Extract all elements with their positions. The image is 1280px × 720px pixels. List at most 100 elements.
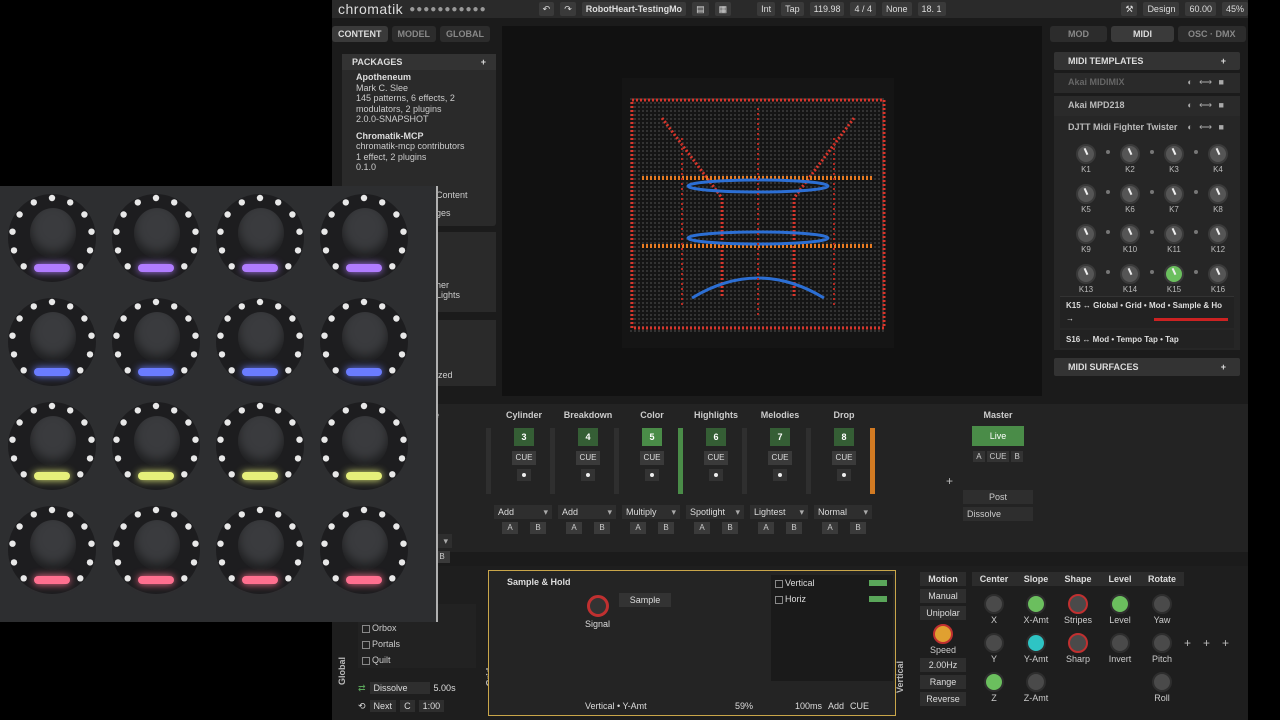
speed-knob[interactable] [933,624,953,644]
level-meter[interactable] [806,428,811,494]
blend-select[interactable]: Normal [814,505,872,519]
clock-mode-select[interactable]: Int [757,2,776,16]
mod-time[interactable]: 100ms [795,701,822,711]
bpm-field[interactable]: 119.98 [809,2,845,16]
param-knob[interactable] [1152,594,1172,614]
level-meter[interactable] [550,428,555,494]
cycle-icon[interactable]: ⟲ [358,701,366,712]
list-item[interactable]: Vertical [771,575,893,591]
twister-knob[interactable]: K1 [1064,140,1110,176]
channel-number-button[interactable]: 6 [706,428,726,446]
cue-button[interactable]: CUE [832,451,856,465]
twister-knob[interactable]: K10 [1108,220,1154,256]
master-b-button[interactable]: B [1011,451,1023,462]
cue-button[interactable]: CUE [768,451,792,465]
list-item[interactable]: Quilt [358,652,476,668]
twister-knob[interactable]: K11 [1152,220,1198,256]
preview-canvas[interactable] [502,26,1042,396]
blend-select[interactable]: Add [494,505,552,519]
tab-osc-dmx[interactable]: OSC · DMX [1178,26,1246,42]
cue-button[interactable]: CUE [640,451,664,465]
cue-button[interactable]: CUE [512,451,536,465]
content-stub[interactable]: Content [432,188,496,202]
record-icon[interactable] [837,469,851,481]
param-knob[interactable] [1026,633,1046,653]
midi-device[interactable]: DJTT Midi Fighter Twister ◐ ⟷ ■ [1060,118,1234,138]
record-icon[interactable] [581,469,595,481]
record-icon[interactable] [773,469,787,481]
param-knob[interactable] [984,672,1004,692]
a-button[interactable]: A [822,522,838,534]
channel-number-button[interactable]: 3 [514,428,534,446]
mapping-row[interactable]: K15 ↔ Global • Grid • Mod • Sample & Ho … [1060,296,1234,328]
b-button[interactable]: B [530,522,546,534]
blend-select[interactable]: Add [558,505,616,519]
mod-blend-select[interactable]: Add [828,701,844,711]
list-item[interactable]: Horiz [771,591,893,607]
add-template-button[interactable]: + [1221,56,1226,66]
device-controls-icon[interactable]: ◐ ⟷ ■ [1187,77,1226,89]
quantize-select[interactable]: None [882,2,912,16]
time-field[interactable]: 1:00 [418,700,445,712]
param-knob[interactable] [984,633,1004,653]
wrench-icon[interactable]: ⚒ [1121,2,1138,16]
cue-button[interactable]: CUE [704,451,728,465]
device-controls-icon[interactable]: ◐ ⟷ ■ [1187,122,1226,134]
twister-knob[interactable]: K7 [1152,180,1198,216]
blend-select[interactable]: Multiply [622,505,680,519]
signal-knob[interactable] [587,595,609,617]
modulation-amount[interactable]: 59% [735,701,753,711]
twister-knob[interactable]: K13 [1064,260,1110,296]
range-button[interactable]: Range [920,675,966,689]
twister-knob[interactable]: K8 [1196,180,1240,216]
save-icon[interactable]: ▤ [692,2,709,16]
tab-mod[interactable]: MOD [1050,26,1107,42]
live-button[interactable]: Live [972,426,1024,446]
midi-device[interactable]: Akai MIDIMIX ◐ ⟷ ■ [1054,73,1240,93]
project-name[interactable]: RobotHeart-TestingMo [581,2,687,16]
blend-select[interactable]: Lightest [750,505,808,519]
param-knob[interactable] [1068,594,1088,614]
param-knob[interactable] [1152,672,1172,692]
tab-global[interactable]: GLOBAL [440,26,490,42]
master-transition-select[interactable]: Dissolve [963,507,1033,521]
twister-knob[interactable]: K3 [1152,140,1198,176]
level-meter[interactable] [678,428,683,494]
add-param-buttons[interactable]: +++ [1184,636,1241,650]
c-button[interactable]: C [400,700,415,712]
a-button[interactable]: A [630,522,646,534]
sample-button[interactable]: Sample [619,593,671,607]
redo-icon[interactable]: ↷ [560,2,576,16]
mapping-row[interactable]: S16 ↔ Mod • Tempo Tap • Tap [1060,330,1234,348]
cue-button[interactable]: CUE [576,451,600,465]
unipolar-button[interactable]: Unipolar [920,606,966,620]
rate-field[interactable]: 2.00Hz [920,658,966,672]
param-knob[interactable] [1068,633,1088,653]
level-meter[interactable] [486,428,491,494]
b-button[interactable]: B [658,522,674,534]
param-knob[interactable] [1110,594,1130,614]
add-channel-button[interactable]: + [946,474,953,488]
twister-knob[interactable]: K16 [1196,260,1240,296]
transition-toggle-icon[interactable]: ⇄ [358,683,366,694]
level-meter[interactable] [870,428,875,494]
mode-select[interactable]: Design [1143,2,1180,16]
folder-icon[interactable]: ▦ [714,2,732,16]
a-button[interactable]: A [758,522,774,534]
param-knob[interactable] [1026,594,1046,614]
twister-knob[interactable]: K15 [1152,260,1198,296]
param-knob[interactable] [1152,633,1172,653]
list-item[interactable]: Orbox [358,620,476,636]
transition-time[interactable]: 5.00s [434,683,456,693]
post-button[interactable]: Post [963,490,1033,504]
twister-knob[interactable]: K4 [1196,140,1240,176]
list-item[interactable]: Portals [358,636,476,652]
next-select[interactable]: Next [369,700,397,712]
level-meter[interactable] [742,428,747,494]
level-meter[interactable] [614,428,619,494]
transition-select[interactable]: Dissolve [369,682,430,694]
tab-content[interactable]: CONTENT [332,26,388,42]
b-button[interactable]: B [594,522,610,534]
twister-knob[interactable]: K5 [1064,180,1110,216]
channel-number-button[interactable]: 4 [578,428,598,446]
